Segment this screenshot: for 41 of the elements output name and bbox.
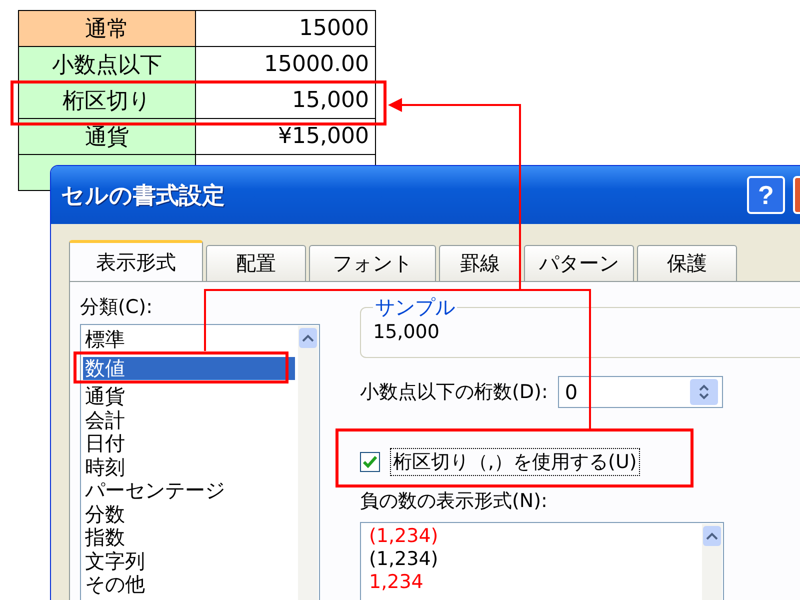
help-button[interactable]: ? xyxy=(747,176,785,214)
sheet-value-cell: ¥15,000 xyxy=(196,119,376,155)
sheet-label-cell: 通貨 xyxy=(19,119,196,155)
checkmark-icon xyxy=(363,456,377,468)
category-item[interactable]: 分数 xyxy=(83,502,295,526)
sheet-label-cell: 桁区切り xyxy=(19,83,196,119)
checkbox[interactable] xyxy=(360,452,380,472)
category-label: 分類(C): xyxy=(80,295,154,320)
tab[interactable]: 表示形式 xyxy=(69,240,203,282)
category-item[interactable]: 時刻 xyxy=(83,456,295,479)
category-item[interactable]: 通貨 xyxy=(83,385,295,408)
window-title: セルの書式設定 xyxy=(61,182,226,210)
category-item[interactable]: 日付 xyxy=(83,432,295,456)
negative-format-item[interactable]: (1,234) xyxy=(369,525,699,548)
sample-legend: サンプル xyxy=(373,294,457,321)
category-item[interactable]: 指数 xyxy=(83,526,295,550)
category-item[interactable]: 会計 xyxy=(83,408,295,432)
negative-format-item[interactable]: (1,234) xyxy=(369,548,699,571)
tab[interactable]: 配置 xyxy=(206,245,306,281)
category-item[interactable]: パーセンテージ xyxy=(83,479,295,502)
decimal-places-spinner[interactable]: 0 xyxy=(558,376,723,408)
negative-format-item[interactable]: 1,234 xyxy=(369,571,699,594)
tab[interactable]: パターン xyxy=(524,245,634,281)
category-item[interactable]: 文字列 xyxy=(83,550,295,573)
category-item[interactable]: その他 xyxy=(83,573,295,596)
spin-arrows-icon[interactable] xyxy=(690,379,718,405)
tab[interactable]: 保護 xyxy=(637,245,737,281)
sheet-value-cell: 15,000 xyxy=(196,83,376,119)
sheet-label-cell: 通常 xyxy=(19,11,196,47)
scrollbar[interactable] xyxy=(298,326,318,600)
sheet-value-cell: 15000 xyxy=(196,11,376,47)
checkbox-label[interactable]: 桁区切り（,）を使用する(U) xyxy=(390,448,640,476)
tab[interactable]: フォント xyxy=(309,245,436,281)
negative-format-label: 負の数の表示形式(N): xyxy=(360,489,548,514)
category-item[interactable]: 数値 xyxy=(83,356,295,380)
sample-value: 15,000 xyxy=(373,321,440,343)
sheet-label-cell: 小数点以下 xyxy=(19,47,196,83)
scrollbar[interactable] xyxy=(702,524,722,600)
tab[interactable]: 罫線 xyxy=(439,245,521,281)
category-item[interactable]: 標準 xyxy=(83,328,295,352)
decimal-places-label: 小数点以下の桁数(D): xyxy=(360,380,548,405)
